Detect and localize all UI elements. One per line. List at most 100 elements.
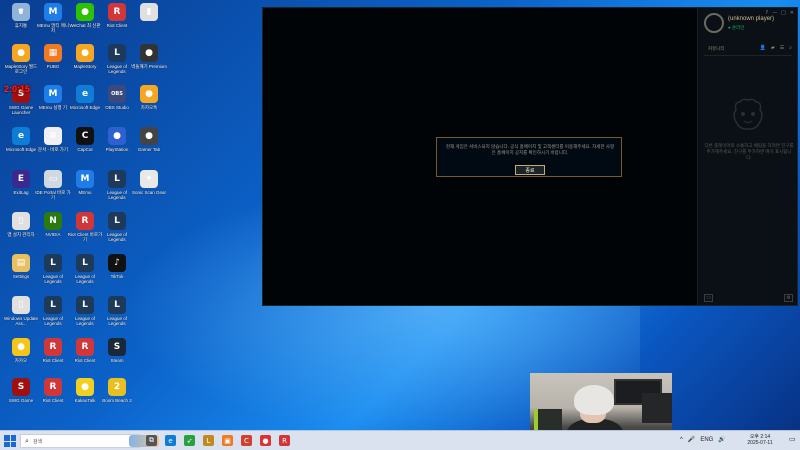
add-friend-icon[interactable]: 👤 — [760, 45, 766, 51]
desktop-icon[interactable]: 2 Boom Beach 2 — [100, 378, 134, 418]
desktop-icon[interactable]: 🗑 휴지통 — [4, 3, 38, 43]
volume-icon[interactable]: 🔊 — [718, 436, 725, 443]
desktop-icon[interactable]: R Riot Client — [36, 378, 70, 418]
desktop-icon[interactable]: R Riot Client 바로가기 — [68, 212, 102, 252]
desktop-icon[interactable]: e Microsoft Edge — [68, 85, 102, 125]
desktop-icon[interactable]: ● MapleStory — [68, 44, 102, 84]
client-main-area: 현재 게임은 서비스되지 않습니다. 공식 홈페이지 및 고객센터를 이용해주세… — [263, 8, 697, 305]
desktop-icon[interactable]: L League of Legends — [68, 296, 102, 336]
taskbar-app-riot[interactable]: R — [279, 435, 290, 446]
desktop-icon[interactable]: ● WeChat 최 신판 — [68, 3, 102, 43]
taskbar-app-red-app[interactable]: ● — [260, 435, 271, 446]
taskbar-search[interactable]: ⌕ 검색 — [20, 434, 159, 448]
desktop-icon-label: 벽돌깨기 Premium — [131, 64, 167, 69]
social-sidebar: (unknown player) ● 온라인 ? — □ ✕ 커뮤니티 👤 ▰ … — [697, 8, 797, 305]
taskbar-app-edge[interactable]: e — [165, 435, 176, 446]
desktop-icon-image: R — [76, 212, 94, 230]
desktop-icon[interactable]: S SWG Game — [4, 378, 38, 418]
desktop-icon-image: L — [44, 296, 62, 314]
desktop-icon[interactable]: ▤ Settings — [4, 254, 38, 294]
desktop-icon[interactable]: M MEmu — [68, 170, 102, 210]
maximize-icon[interactable]: □ — [781, 10, 786, 16]
desktop-icon-label: IDE Portal 바로 가기 — [35, 190, 71, 200]
desktop-icon[interactable]: OBS OBS Studio — [100, 85, 134, 125]
game-client-window: 현재 게임은 서비스되지 않습니다. 공식 홈페이지 및 고객센터를 이용해주세… — [262, 7, 798, 306]
desktop-icon[interactable]: ● PlayStation — [100, 127, 134, 167]
taskbar-app-league[interactable]: L — [203, 435, 214, 446]
desktop-icon-label: MEmu 실행 기 — [39, 105, 67, 110]
desktop-icon[interactable]: ♪ TikTok — [100, 254, 134, 294]
help-icon[interactable]: ? — [765, 10, 768, 16]
exit-button[interactable]: 종료 — [515, 165, 545, 175]
desktop-icon[interactable]: ● MapleStory 월드 로그인 — [4, 44, 38, 84]
taskbar-app-orange-app[interactable]: ▣ — [222, 435, 233, 446]
search-icon[interactable]: ⌕ — [789, 45, 792, 51]
desktop-icon[interactable]: L League of Legends — [36, 254, 70, 294]
desktop-icon[interactable]: R Riot Client — [36, 338, 70, 378]
desktop-icon[interactable]: L League of Legends — [100, 170, 134, 210]
desktop-icon-label: Riot Client — [74, 358, 96, 363]
desktop-icon-image: R — [44, 338, 62, 356]
desktop-icon[interactable]: ● KakaoTalk — [68, 378, 102, 418]
clock-date: 2025-07-11 — [747, 440, 773, 446]
desktop-icon[interactable]: L League of Legends — [100, 44, 134, 84]
desktop-icon[interactable]: M MEmu 멀티 매니저 — [36, 3, 70, 43]
desktop-icon[interactable]: ● 카카오 — [4, 338, 38, 378]
start-button[interactable] — [4, 435, 16, 447]
desktop-icon[interactable]: E ExitLag — [4, 170, 38, 210]
desktop-icon-image: ≡ — [44, 127, 62, 145]
desktop-icon[interactable]: ▯ Windows Update Ass... — [4, 296, 38, 336]
desktop-icon-label: Riot Client — [42, 398, 64, 403]
desktop-icon[interactable]: ● 카카오톡 — [132, 85, 166, 125]
desktop-icon-image: M — [44, 85, 62, 103]
desktop-icon[interactable]: ● Gamer Tab — [132, 127, 166, 167]
taskbar-app-task-view[interactable]: ⧉ — [146, 435, 157, 446]
desktop-icon-image: L — [44, 254, 62, 272]
chat-icon[interactable]: ▭ — [704, 294, 713, 302]
desktop-icon-image: ● — [140, 85, 158, 103]
desktop-icon-image: L — [76, 296, 94, 314]
desktop-icon[interactable]: ▯ 앱 설치 관리자 — [4, 212, 38, 252]
desktop-icon-image: S — [12, 378, 30, 396]
tray-overflow-icon[interactable]: ^ — [680, 437, 683, 443]
input-language[interactable]: ENG — [700, 437, 713, 443]
desktop-icon[interactable]: L League of Legends — [68, 254, 102, 294]
desktop-icon[interactable]: M MEmu 실행 기 — [36, 85, 70, 125]
desktop-icon[interactable]: R Riot Client — [68, 338, 102, 378]
desktop-icon-label: OBS Studio — [105, 105, 129, 110]
desktop-icon[interactable]: L League of Legends — [36, 296, 70, 336]
desktop-icon-image: L — [108, 296, 126, 314]
desktop-icon-label: Microsoft Edge — [5, 147, 36, 152]
desktop-icon[interactable]: ● 벽돌깨기 Premium — [131, 44, 167, 84]
desktop-icon[interactable]: S Steam — [100, 338, 134, 378]
player-name[interactable]: (unknown player) — [728, 16, 774, 22]
desktop-icon[interactable]: L League of Legends — [100, 212, 134, 252]
desktop-icon-label: TikTok — [110, 274, 124, 279]
desktop-icon[interactable]: ▮ — [132, 3, 166, 43]
desktop-icon[interactable]: ≡ 문서 - 바로 가기 — [36, 127, 70, 167]
taskbar-clock[interactable]: 오후 2:14 2025-07-11 — [735, 434, 785, 446]
desktop-icon-label: MapleStory — [73, 64, 97, 69]
desktop-icon[interactable]: L League of Legends — [100, 296, 134, 336]
taskbar-app-feather[interactable]: ➶ — [184, 435, 195, 446]
notification-icon[interactable]: ▭ — [789, 435, 796, 443]
desktop-icon-label: Settings — [12, 274, 30, 279]
desktop-icon[interactable]: ✦ Sonic Scan Gear — [132, 170, 166, 210]
list-icon[interactable]: ☰ — [780, 45, 784, 51]
desktop-icon[interactable]: R Riot Client — [100, 3, 134, 43]
desktop-icon[interactable]: ▭ IDE Portal 바로 가기 — [35, 170, 71, 210]
taskbar-app-capcut[interactable]: C — [241, 435, 252, 446]
close-icon[interactable]: ✕ — [790, 10, 794, 16]
settings-icon[interactable]: ⚙ — [784, 294, 793, 302]
desktop-icon-image: OBS — [108, 85, 126, 103]
folder-icon[interactable]: ▰ — [771, 45, 775, 51]
desktop-icon-image: S — [108, 338, 126, 356]
desktop-icon[interactable]: ▦ PUBG — [36, 44, 70, 84]
desktop-icon[interactable]: C CapCut — [68, 127, 102, 167]
desktop-icon[interactable]: N NVIDIA — [36, 212, 70, 252]
profile-avatar[interactable] — [704, 13, 724, 33]
minimize-icon[interactable]: — — [772, 10, 777, 16]
microphone-icon[interactable]: 🎤 — [688, 436, 695, 443]
desktop-icon[interactable]: e Microsoft Edge — [4, 127, 38, 167]
desktop-icon-label: Steam — [110, 358, 124, 363]
